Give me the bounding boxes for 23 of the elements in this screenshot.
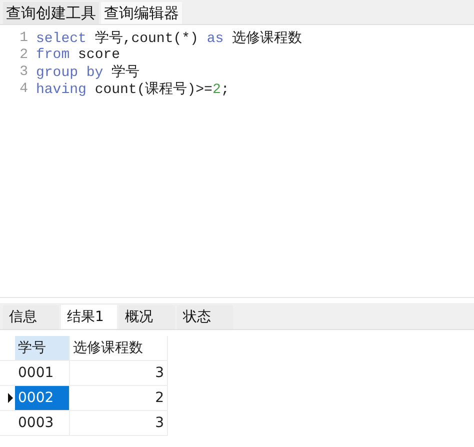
tab[interactable]: 信息 (3, 305, 59, 329)
table-cell: 0002 (15, 386, 70, 410)
line-number: 3 (18, 64, 29, 80)
table-cell: 2 (70, 386, 168, 410)
sql-editor[interactable]: 1 select 学号,count(*) as 选修课程数 2 from score 3 group by 学号 4 having count(课程号)>=2; (0, 25, 474, 298)
column-header[interactable]: 学号 (15, 336, 70, 360)
line-number: 1 (18, 30, 29, 46)
table-cell: 0001 (15, 361, 70, 385)
tab[interactable]: 查询编辑器 (101, 2, 182, 24)
line-number: 2 (18, 46, 29, 62)
column-header[interactable]: 选修课程数 (70, 336, 168, 360)
tab[interactable]: 状态 (177, 305, 233, 329)
code-line: group by 学号 (36, 64, 140, 80)
tab[interactable]: 查询创建工具 (3, 2, 99, 24)
code-line: from score (36, 46, 120, 62)
tab[interactable]: 结果1 (61, 305, 117, 329)
table-cell: 3 (70, 411, 168, 435)
table-cell: 3 (70, 361, 168, 385)
line-number: 4 (18, 80, 29, 96)
tab[interactable]: 概况 (119, 305, 175, 329)
code-line: select 学号,count(*) as 选修课程数 (36, 30, 302, 46)
table-cell: 0003 (15, 411, 70, 435)
code-line: having count(课程号)>=2; (36, 80, 230, 98)
